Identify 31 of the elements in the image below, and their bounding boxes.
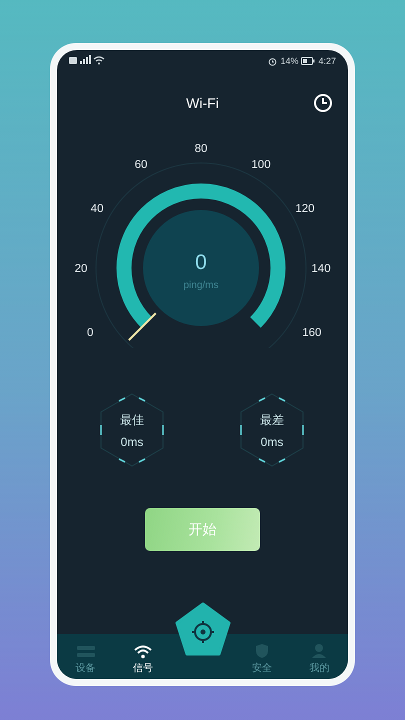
wifi-icon [134,645,152,659]
page-title: Wi-Fi [186,95,219,111]
stat-value: 0ms [260,434,284,448]
clock-time: 4:27 [318,56,336,66]
scale-label: 40 [90,203,104,215]
scale-label: 140 [311,263,331,275]
scale-label: 100 [251,159,271,172]
user-icon [311,643,328,659]
ping-reading: 0 [195,251,207,274]
scale-label: 20 [74,263,88,275]
shield-icon [254,643,270,659]
alarm-icon [268,56,278,66]
stat-value: 0ms [120,434,144,448]
history-icon[interactable] [313,93,333,113]
nav-tab[interactable]: 安全 [234,634,291,679]
scale-label: 160 [302,327,322,339]
scale-label: 120 [295,203,315,215]
list-icon [76,645,95,659]
nav-tab[interactable]: 信号 [114,634,172,679]
ping-unit: ping/ms [184,280,218,291]
locate-button[interactable] [174,602,230,656]
nav-tab[interactable]: 设备 [57,634,114,679]
scale-label: 60 [134,159,148,172]
signal-icon [69,55,105,65]
nav-tab[interactable]: 我的 [290,634,348,679]
stat-label: 最佳 [120,412,144,428]
battery-icon [301,57,316,65]
scale-label: 0 [86,327,94,339]
scale-label: 80 [194,143,208,155]
stat-label: 最差 [260,412,284,428]
battery-percent: 14% [280,56,298,66]
